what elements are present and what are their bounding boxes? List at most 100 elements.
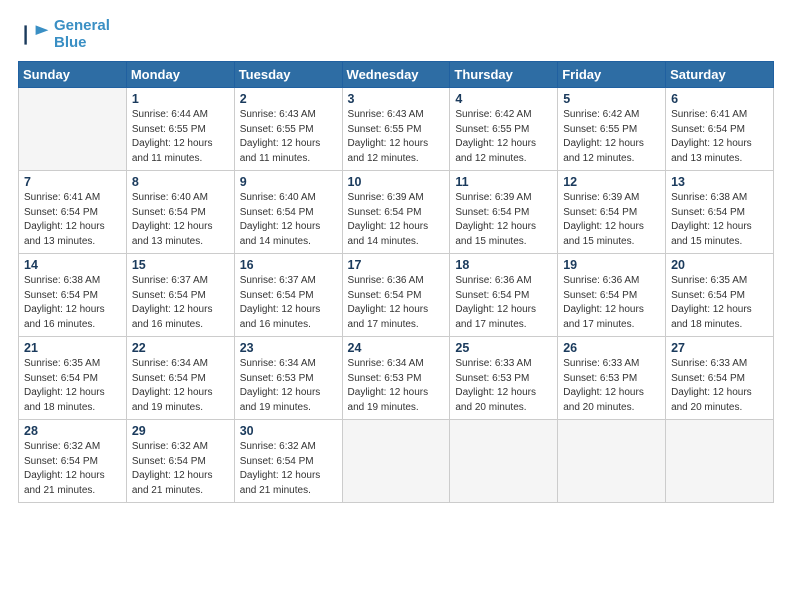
calendar-day-cell (558, 420, 666, 503)
day-number: 10 (348, 175, 445, 189)
calendar-day-cell: 4Sunrise: 6:42 AMSunset: 6:55 PMDaylight… (450, 88, 558, 171)
day-info: Sunrise: 6:38 AMSunset: 6:54 PMDaylight:… (671, 191, 768, 249)
day-number: 11 (455, 175, 552, 189)
calendar-day-header: Thursday (450, 62, 558, 88)
calendar-day-cell: 24 Sunrise: 6:34 AMSunset: 6:53 PMDayligh… (342, 337, 450, 420)
day-info: Sunrise: 6:36 AMSunset: 6:54 PMDaylight:… (455, 274, 552, 332)
calendar-day-cell: 11 Sunrise: 6:39 AMSunset: 6:54 PMDayligh… (450, 171, 558, 254)
calendar-day-header: Friday (558, 62, 666, 88)
day-number: 16 (240, 258, 337, 272)
day-info: Sunrise: 6:34 AMSunset: 6:53 PMDaylight:… (348, 357, 445, 415)
calendar-day-cell: 23 Sunrise: 6:34 AMSunset: 6:53 PMDayligh… (234, 337, 342, 420)
day-number: 5 (563, 92, 660, 106)
calendar-day-cell: 17 Sunrise: 6:36 AMSunset: 6:54 PMDayligh… (342, 254, 450, 337)
day-info: Sunrise: 6:36 AMSunset: 6:54 PMDaylight:… (563, 274, 660, 332)
day-info: Sunrise: 6:38 AMSunset: 6:54 PMDaylight:… (24, 274, 121, 332)
day-number: 18 (455, 258, 552, 272)
calendar-day-cell: 22 Sunrise: 6:34 AMSunset: 6:54 PMDayligh… (126, 337, 234, 420)
calendar-day-header: Tuesday (234, 62, 342, 88)
day-number: 2 (240, 92, 337, 106)
day-info: Sunrise: 6:39 AMSunset: 6:54 PMDaylight:… (563, 191, 660, 249)
day-info: Sunrise: 6:42 AMSunset: 6:55 PMDaylight:… (563, 108, 660, 166)
calendar-day-cell (666, 420, 774, 503)
calendar-day-cell (450, 420, 558, 503)
day-number: 1 (132, 92, 229, 106)
calendar-week-row: 21 Sunrise: 6:35 AMSunset: 6:54 PMDayligh… (19, 337, 774, 420)
logo-wordmark: General Blue (54, 18, 110, 51)
day-info: Sunrise: 6:41 AMSunset: 6:54 PMDaylight:… (24, 191, 121, 249)
day-info: Sunrise: 6:44 AMSunset: 6:55 PMDaylight:… (132, 108, 229, 166)
calendar-day-cell: 5 Sunrise: 6:42 AMSunset: 6:55 PMDaylight… (558, 88, 666, 171)
day-info: Sunrise: 6:43 AMSunset: 6:55 PMDaylight:… (240, 108, 337, 166)
day-number: 23 (240, 341, 337, 355)
day-number: 30 (240, 424, 337, 438)
calendar-day-cell: 16 Sunrise: 6:37 AMSunset: 6:54 PMDayligh… (234, 254, 342, 337)
day-number: 13 (671, 175, 768, 189)
day-number: 25 (455, 341, 552, 355)
day-number: 4 (455, 92, 552, 106)
day-info: Sunrise: 6:33 AMSunset: 6:53 PMDaylight:… (563, 357, 660, 415)
calendar-day-cell: 9 Sunrise: 6:40 AMSunset: 6:54 PMDaylight… (234, 171, 342, 254)
calendar-day-cell: 10 Sunrise: 6:39 AMSunset: 6:54 PMDayligh… (342, 171, 450, 254)
calendar-day-cell: 21 Sunrise: 6:35 AMSunset: 6:54 PMDayligh… (19, 337, 127, 420)
day-number: 28 (24, 424, 121, 438)
day-info: Sunrise: 6:33 AMSunset: 6:54 PMDaylight:… (671, 357, 768, 415)
day-info: Sunrise: 6:33 AMSunset: 6:53 PMDaylight:… (455, 357, 552, 415)
calendar-day-cell: 26Sunrise: 6:33 AMSunset: 6:53 PMDayligh… (558, 337, 666, 420)
day-number: 21 (24, 341, 121, 355)
calendar-day-cell: 7 Sunrise: 6:41 AMSunset: 6:54 PMDaylight… (19, 171, 127, 254)
day-info: Sunrise: 6:39 AMSunset: 6:54 PMDaylight:… (455, 191, 552, 249)
day-number: 22 (132, 341, 229, 355)
day-info: Sunrise: 6:35 AMSunset: 6:54 PMDaylight:… (671, 274, 768, 332)
calendar-week-row: 28 Sunrise: 6:32 AMSunset: 6:54 PMDayligh… (19, 420, 774, 503)
day-info: Sunrise: 6:37 AMSunset: 6:54 PMDaylight:… (240, 274, 337, 332)
calendar-day-cell: 30 Sunrise: 6:32 AMSunset: 6:54 PMDayligh… (234, 420, 342, 503)
calendar-day-cell: 29Sunrise: 6:32 AMSunset: 6:54 PMDayligh… (126, 420, 234, 503)
day-number: 6 (671, 92, 768, 106)
calendar-day-cell: 2 Sunrise: 6:43 AMSunset: 6:55 PMDaylight… (234, 88, 342, 171)
calendar-day-cell: 27 Sunrise: 6:33 AMSunset: 6:54 PMDayligh… (666, 337, 774, 420)
day-number: 15 (132, 258, 229, 272)
calendar-week-row: 7 Sunrise: 6:41 AMSunset: 6:54 PMDaylight… (19, 171, 774, 254)
day-number: 12 (563, 175, 660, 189)
day-info: Sunrise: 6:43 AMSunset: 6:55 PMDaylight:… (348, 108, 445, 166)
calendar-day-cell: 14Sunrise: 6:38 AMSunset: 6:54 PMDayligh… (19, 254, 127, 337)
calendar-day-header: Sunday (19, 62, 127, 88)
day-number: 27 (671, 341, 768, 355)
day-number: 9 (240, 175, 337, 189)
calendar-day-cell: 13 Sunrise: 6:38 AMSunset: 6:54 PMDayligh… (666, 171, 774, 254)
calendar-day-cell: 12 Sunrise: 6:39 AMSunset: 6:54 PMDayligh… (558, 171, 666, 254)
calendar-day-cell: 19 Sunrise: 6:36 AMSunset: 6:54 PMDayligh… (558, 254, 666, 337)
calendar-day-cell: 28 Sunrise: 6:32 AMSunset: 6:54 PMDayligh… (19, 420, 127, 503)
calendar-day-cell: 8Sunrise: 6:40 AMSunset: 6:54 PMDaylight… (126, 171, 234, 254)
calendar-day-cell: 1 Sunrise: 6:44 AMSunset: 6:55 PMDaylight… (126, 88, 234, 171)
day-number: 7 (24, 175, 121, 189)
day-info: Sunrise: 6:41 AMSunset: 6:54 PMDaylight:… (671, 108, 768, 166)
calendar-day-header: Saturday (666, 62, 774, 88)
calendar-day-cell (342, 420, 450, 503)
day-number: 19 (563, 258, 660, 272)
calendar-day-cell: 6 Sunrise: 6:41 AMSunset: 6:54 PMDaylight… (666, 88, 774, 171)
day-info: Sunrise: 6:35 AMSunset: 6:54 PMDaylight:… (24, 357, 121, 415)
calendar: SundayMondayTuesdayWednesdayThursdayFrid… (18, 61, 774, 503)
day-info: Sunrise: 6:40 AMSunset: 6:54 PMDaylight:… (132, 191, 229, 249)
day-info: Sunrise: 6:36 AMSunset: 6:54 PMDaylight:… (348, 274, 445, 332)
day-number: 24 (348, 341, 445, 355)
day-info: Sunrise: 6:32 AMSunset: 6:54 PMDaylight:… (132, 440, 229, 498)
day-info: Sunrise: 6:40 AMSunset: 6:54 PMDaylight:… (240, 191, 337, 249)
calendar-day-header: Monday (126, 62, 234, 88)
day-info: Sunrise: 6:34 AMSunset: 6:54 PMDaylight:… (132, 357, 229, 415)
day-number: 17 (348, 258, 445, 272)
calendar-week-row: 14Sunrise: 6:38 AMSunset: 6:54 PMDayligh… (19, 254, 774, 337)
calendar-day-cell: 3Sunrise: 6:43 AMSunset: 6:55 PMDaylight… (342, 88, 450, 171)
day-info: Sunrise: 6:37 AMSunset: 6:54 PMDaylight:… (132, 274, 229, 332)
day-info: Sunrise: 6:32 AMSunset: 6:54 PMDaylight:… (24, 440, 121, 498)
day-info: Sunrise: 6:39 AMSunset: 6:54 PMDaylight:… (348, 191, 445, 249)
logo: General Blue (18, 18, 110, 51)
day-info: Sunrise: 6:34 AMSunset: 6:53 PMDaylight:… (240, 357, 337, 415)
calendar-header-row: SundayMondayTuesdayWednesdayThursdayFrid… (19, 62, 774, 88)
calendar-day-cell (19, 88, 127, 171)
day-info: Sunrise: 6:32 AMSunset: 6:54 PMDaylight:… (240, 440, 337, 498)
calendar-day-header: Wednesday (342, 62, 450, 88)
calendar-week-row: 1 Sunrise: 6:44 AMSunset: 6:55 PMDaylight… (19, 88, 774, 171)
